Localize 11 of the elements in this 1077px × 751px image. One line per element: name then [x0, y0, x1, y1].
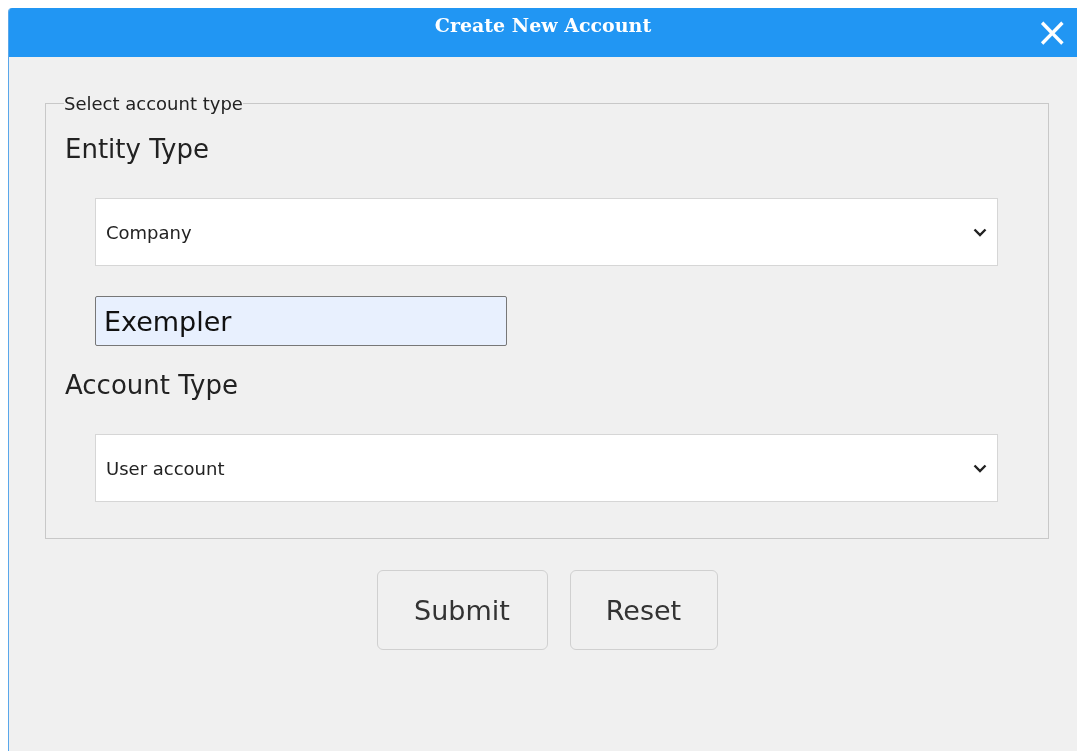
form-button[interactable]: Reset — [569, 570, 718, 650]
chevron-down-icon — [973, 463, 987, 473]
form-button[interactable]: Submit — [376, 570, 548, 650]
chevron-down-icon — [973, 227, 987, 237]
group-legend: Select account type — [64, 93, 243, 114]
section-heading: Entity Type — [65, 134, 210, 164]
dropdown[interactable]: User account — [95, 434, 998, 502]
text-input-field[interactable]: Exempler — [95, 296, 507, 346]
dropdown[interactable]: Company — [95, 198, 998, 266]
section-heading: Account Type — [65, 370, 239, 400]
window-title: Create New Account — [434, 14, 652, 38]
